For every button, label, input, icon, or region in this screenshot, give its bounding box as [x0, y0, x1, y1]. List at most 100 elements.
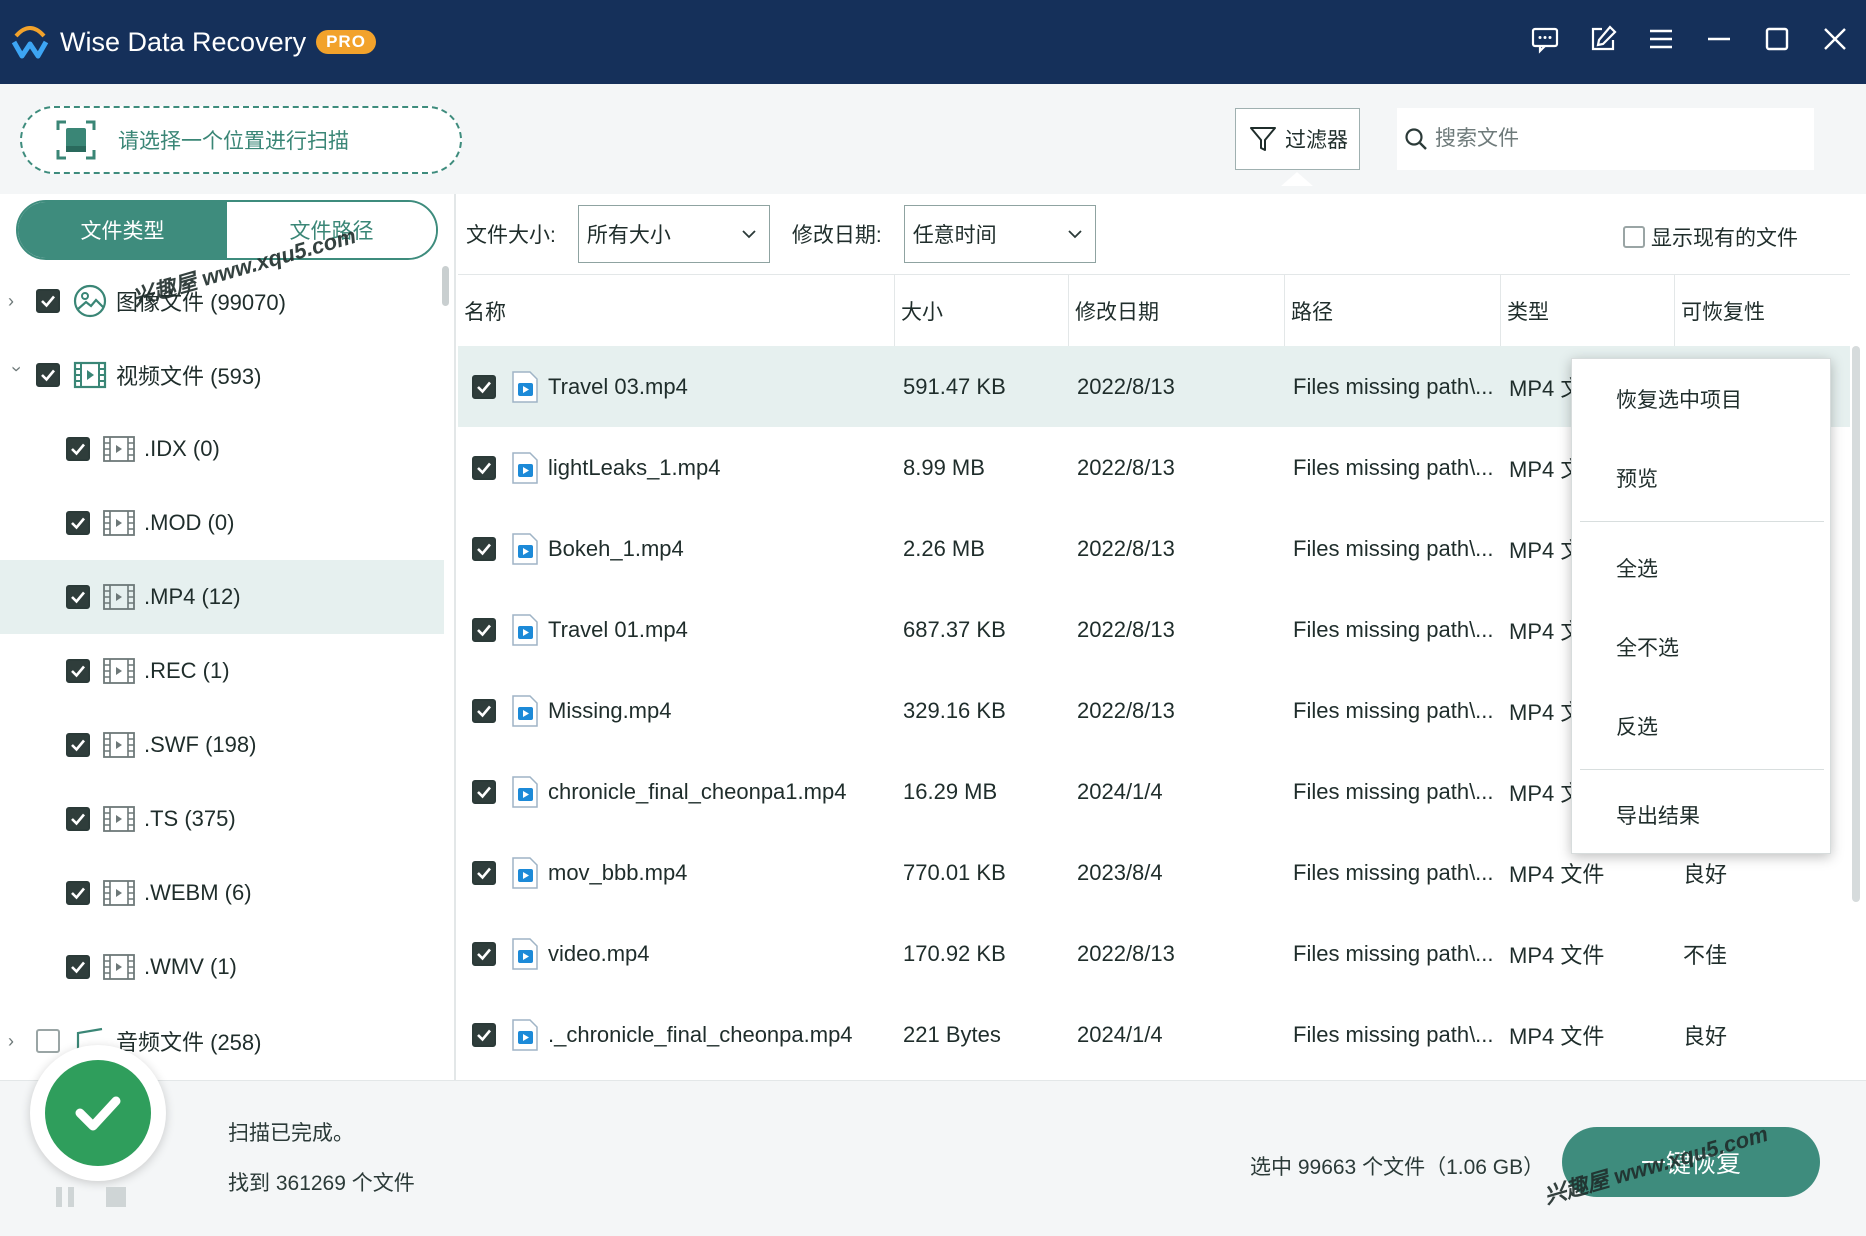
chevron-down-icon [1068, 230, 1082, 239]
checkbox[interactable] [472, 1022, 496, 1047]
chevron-right-icon[interactable]: › [8, 292, 26, 310]
film-icon [103, 436, 135, 462]
pause-icon[interactable] [56, 1187, 76, 1207]
column-date[interactable]: 修改日期 [1069, 275, 1285, 347]
tree-item-mod[interactable]: .MOD (0) [0, 486, 444, 560]
scan-location-button[interactable]: 请选择一个位置进行扫描 [20, 106, 462, 174]
tree-item-label: .MP4 (12) [144, 584, 241, 609]
table-row[interactable]: ._chronicle_final_cheonpa.mp4 221 Bytes 20… [458, 994, 1850, 1075]
checkbox[interactable] [66, 659, 90, 683]
cell-name: Travel 03.mp4 [548, 373, 688, 399]
checkbox[interactable] [66, 881, 90, 905]
minimize-icon[interactable] [1702, 22, 1736, 56]
feedback-icon[interactable] [1528, 22, 1562, 56]
table-row[interactable]: video.mp4 170.92 KB 2022/8/13 Files missing… [458, 913, 1850, 994]
file-list-scrollbar[interactable] [1852, 346, 1860, 902]
tree-item-rec[interactable]: .REC (1) [0, 634, 444, 708]
menu-item-preview[interactable]: 预览 [1572, 448, 1832, 508]
checkbox[interactable] [472, 860, 496, 885]
checkbox[interactable] [472, 941, 496, 966]
row-checkbox-cell [472, 670, 496, 751]
cell-name: Missing.mp4 [548, 697, 672, 723]
video-file-icon [510, 508, 540, 589]
tree-item-swf[interactable]: .SWF (198) [0, 708, 444, 782]
filter-label: 过滤器 [1285, 129, 1348, 152]
column-recoverability[interactable]: 可恢复性 [1675, 275, 1850, 347]
menu-item-invert-selection[interactable]: 反选 [1572, 696, 1832, 756]
tab-file-type[interactable]: 文件类型 [18, 202, 227, 258]
tree-item-ts[interactable]: .TS (375) [0, 782, 444, 856]
menu-separator [1580, 769, 1824, 770]
chevron-down-icon[interactable]: › [7, 366, 27, 384]
checkbox[interactable] [66, 807, 90, 831]
tree-item-webm[interactable]: .WEBM (6) [0, 856, 444, 930]
row-checkbox-cell [472, 589, 496, 670]
film-icon [103, 732, 135, 758]
cell-size: 8.99 MB [903, 454, 985, 480]
column-path[interactable]: 路径 [1285, 275, 1501, 347]
menu-item-select-all[interactable]: 全选 [1572, 538, 1832, 598]
menu-item-select-none[interactable]: 全不选 [1572, 617, 1832, 677]
tree-item-label: .WEBM (6) [144, 880, 252, 905]
cell-size: 329.16 KB [903, 697, 1006, 723]
checkbox[interactable] [36, 289, 60, 313]
checkbox[interactable] [472, 779, 496, 804]
cell-date: 2022/8/13 [1077, 940, 1175, 966]
stop-icon[interactable] [106, 1187, 126, 1207]
cell-size: 221 Bytes [903, 1021, 1001, 1047]
search-box[interactable] [1397, 108, 1814, 170]
close-icon[interactable] [1818, 22, 1852, 56]
cell-date: 2024/1/4 [1077, 1021, 1163, 1047]
checkbox[interactable] [1623, 226, 1645, 248]
cell-date: 2023/8/4 [1077, 859, 1163, 885]
tree-item-video-files[interactable]: › 视频文件 (593) [0, 338, 444, 412]
filter-caret [1281, 172, 1313, 186]
checkbox[interactable] [66, 511, 90, 535]
checkbox[interactable] [36, 1029, 60, 1053]
menu-icon[interactable] [1644, 22, 1678, 56]
video-file-icon [510, 994, 540, 1075]
menu-item-recover-selected[interactable]: 恢复选中项目 [1572, 369, 1832, 429]
checkbox[interactable] [472, 698, 496, 723]
tree-item-mp4[interactable]: .MP4 (12) [0, 560, 444, 634]
checkbox[interactable] [472, 374, 496, 399]
checkbox[interactable] [66, 585, 90, 609]
cell-size: 770.01 KB [903, 859, 1006, 885]
checkbox[interactable] [36, 363, 60, 387]
date-dropdown-value: 任意时间 [912, 224, 997, 247]
checkbox[interactable] [472, 536, 496, 561]
cell-date: 2022/8/13 [1077, 616, 1175, 642]
search-input[interactable] [1435, 127, 1795, 151]
show-existing-toggle[interactable]: 显示现有的文件 [1623, 222, 1798, 252]
checkbox[interactable] [66, 733, 90, 757]
film-icon [103, 880, 135, 906]
column-size[interactable]: 大小 [895, 275, 1069, 347]
cell-name: Bokeh_1.mp4 [548, 535, 684, 561]
cell-date: 2022/8/13 [1077, 454, 1175, 480]
column-type[interactable]: 类型 [1501, 275, 1675, 347]
film-icon [103, 806, 135, 832]
checkbox[interactable] [66, 955, 90, 979]
cell-recoverability: 良好 [1683, 1023, 1728, 1049]
cell-name: chronicle_final_cheonpa1.mp4 [548, 778, 847, 804]
scan-location-label: 请选择一个位置进行扫描 [118, 130, 349, 153]
column-name[interactable]: 名称 [458, 275, 895, 347]
edit-icon[interactable] [1586, 22, 1620, 56]
chevron-right-icon[interactable]: › [8, 1032, 26, 1050]
cell-recoverability: 不佳 [1683, 942, 1728, 968]
menu-item-export-results[interactable]: 导出结果 [1572, 785, 1832, 845]
tree-item-wmv[interactable]: .WMV (1) [0, 930, 444, 1004]
checkbox[interactable] [472, 617, 496, 642]
checkbox[interactable] [472, 455, 496, 480]
show-existing-label: 显示现有的文件 [1651, 227, 1798, 250]
size-dropdown[interactable]: 所有大小 [577, 205, 770, 263]
checkbox[interactable] [66, 437, 90, 461]
cell-size: 591.47 KB [903, 373, 1006, 399]
cell-type: MP4 文件 [1509, 942, 1605, 968]
filter-bar: 文件大小: 所有大小 修改日期: 任意时间 显示现有的文件 [458, 194, 1866, 274]
date-dropdown[interactable]: 任意时间 [903, 205, 1096, 263]
maximize-icon[interactable] [1760, 22, 1794, 56]
filter-button[interactable]: 过滤器 [1235, 108, 1360, 170]
video-file-icon [510, 913, 540, 994]
tree-item-idx[interactable]: .IDX (0) [0, 412, 444, 486]
